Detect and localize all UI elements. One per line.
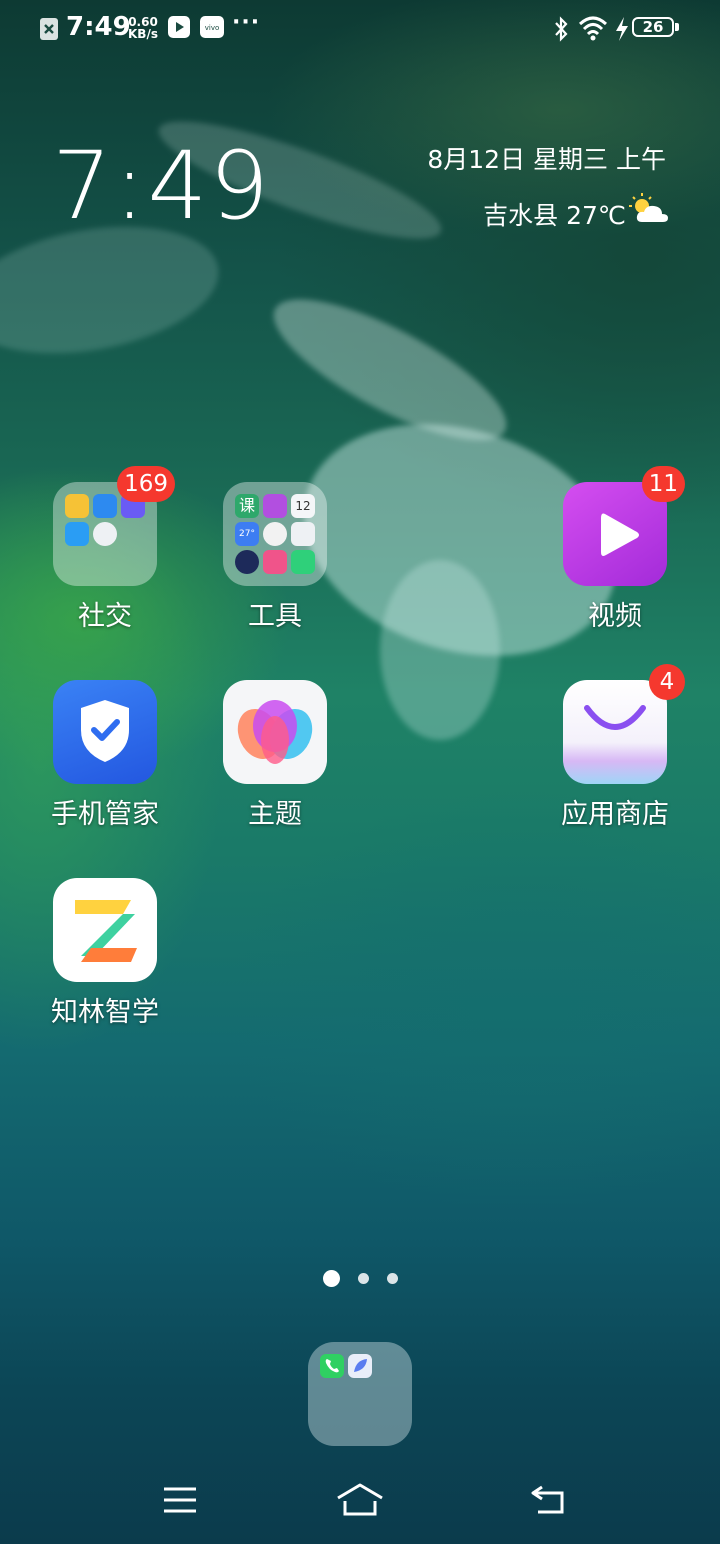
battery-tip	[675, 23, 679, 31]
video-player-icon	[168, 16, 190, 38]
app-label: 主题	[248, 799, 302, 830]
page-dot-active[interactable]	[322, 1270, 340, 1287]
menu-icon	[164, 1487, 196, 1513]
app-store-icon[interactable]: 4	[563, 664, 685, 784]
course-icon: 课	[235, 494, 259, 518]
camera-icon	[235, 550, 259, 574]
widget-clock[interactable]: 7:49	[52, 132, 271, 241]
notification-badge: 11	[641, 466, 685, 502]
page-dot[interactable]	[386, 1273, 398, 1284]
menu-button[interactable]	[150, 1470, 210, 1530]
weather-app-icon: 27°	[235, 522, 259, 546]
zhilin-app-icon[interactable]	[53, 878, 157, 982]
z-logo-icon	[75, 900, 137, 962]
app-zhilin[interactable]: 知林智学	[30, 878, 180, 1029]
app-label: 社交	[78, 601, 132, 632]
keep-icon	[291, 550, 315, 574]
app-video[interactable]: 11 视频	[540, 466, 690, 633]
phone-icon	[320, 1354, 344, 1378]
home-icon	[337, 1483, 383, 1516]
status-time: 7:49	[66, 12, 131, 42]
shield-check-icon	[81, 700, 129, 762]
app-label: 手机管家	[51, 799, 159, 830]
page-dot[interactable]	[357, 1273, 369, 1284]
partly-sunny-icon	[629, 193, 668, 222]
play-icon	[601, 513, 639, 556]
video-app-icon[interactable]: 11	[563, 466, 685, 586]
status-bar: 7:49 0.60 KB/s vivo ··· 26	[0, 0, 720, 56]
more-notifications: ···	[232, 10, 261, 35]
petals-icon	[237, 700, 313, 764]
social-folder-tile[interactable]: 169	[53, 466, 175, 586]
tools-folder-tile[interactable]: 课 12 27°	[223, 482, 327, 586]
gallery-icon	[263, 494, 287, 518]
smile-bag-icon	[584, 705, 646, 730]
course-icon-text: 课	[238, 496, 255, 515]
bilibili-icon	[263, 550, 287, 574]
app-label: 知林智学	[51, 997, 159, 1028]
wallet-icon	[65, 522, 89, 546]
back-icon	[531, 1485, 564, 1514]
back-button[interactable]	[518, 1470, 578, 1530]
app-tools-folder[interactable]: 课 12 27° 工具	[200, 482, 350, 633]
weather-app-temp: 27°	[239, 529, 255, 539]
vivo-icon: vivo	[200, 16, 224, 38]
app-themes[interactable]: 主题	[200, 680, 350, 831]
calendar-icon: 12	[291, 494, 315, 518]
widget-date[interactable]: 8月12日 星期三 上午	[427, 140, 666, 176]
svg-text:vivo: vivo	[205, 24, 220, 32]
message-icon	[93, 494, 117, 518]
app-social-folder[interactable]: 169 社交	[30, 466, 180, 633]
battery-icon: 26	[632, 17, 674, 37]
home-button[interactable]	[330, 1470, 390, 1530]
app-label: 应用商店	[561, 799, 669, 830]
app-phone-manager[interactable]: 手机管家	[30, 680, 180, 831]
compass-icon	[263, 522, 287, 546]
page-indicator[interactable]	[0, 1270, 720, 1287]
app-label: 视频	[588, 601, 642, 632]
dock-folder[interactable]	[308, 1342, 412, 1446]
themes-app-icon[interactable]	[223, 680, 327, 784]
wifi-icon	[578, 16, 608, 41]
notes-icon	[65, 494, 89, 518]
settings-icon	[93, 522, 117, 546]
charging-icon	[616, 17, 628, 41]
calendar-day: 12	[295, 499, 311, 513]
widget-weather[interactable]: 吉水县 27℃	[483, 196, 626, 232]
network-speed: 0.60 KB/s	[128, 16, 158, 40]
close-notification-icon	[40, 18, 58, 40]
shield-app-icon[interactable]	[53, 680, 157, 784]
app-store[interactable]: 4 应用商店	[540, 664, 690, 831]
calculator-icon	[291, 522, 315, 546]
network-speed-unit: KB/s	[128, 27, 158, 41]
messages-icon	[348, 1354, 372, 1378]
notification-badge: 169	[117, 466, 175, 502]
bluetooth-icon	[555, 16, 568, 42]
battery-level: 26	[642, 18, 664, 36]
notification-badge: 4	[649, 664, 685, 700]
app-label: 工具	[248, 601, 302, 632]
